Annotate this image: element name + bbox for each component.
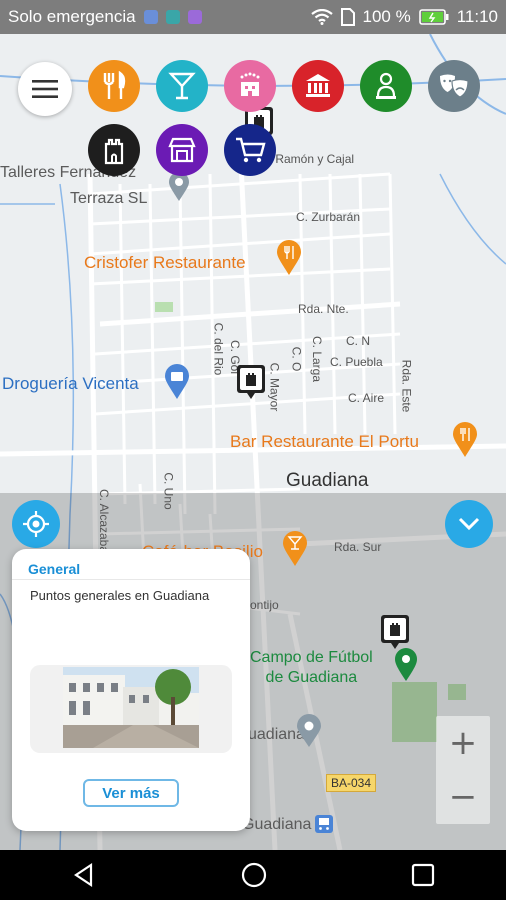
back-icon[interactable] [71, 862, 97, 888]
info-card: General Puntos generales en Guadiana Ver… [12, 549, 250, 831]
status-bar: Solo emergencia 100 % 11:10 [0, 0, 506, 34]
poi-label: Bar Restaurante El Portu [230, 432, 419, 451]
pin-icon [169, 172, 189, 201]
town-label: Guadiana [286, 470, 369, 491]
system-nav-bar [0, 850, 506, 900]
street-label: C. Puebla [330, 355, 383, 369]
street-label: C. O [289, 346, 304, 372]
card-title: General [28, 561, 81, 577]
place-line: Campo de Fútbol [250, 649, 373, 666]
card-image-container [30, 665, 232, 753]
zoom-out-button[interactable]: − [436, 770, 490, 824]
hotel-stars-icon [240, 72, 260, 96]
street-label: C. Alcazaba [97, 488, 112, 554]
person-icon [376, 72, 396, 99]
street-label: Rda. Sur [334, 540, 382, 554]
place-label: Terraza SL [70, 190, 148, 207]
carrier-text: Solo emergencia [8, 7, 136, 26]
restaurant-pin-icon [277, 240, 301, 275]
park-pin-icon [395, 648, 417, 681]
see-more-button[interactable]: Ver más [83, 779, 179, 807]
tower-marker-icon[interactable] [236, 364, 266, 400]
theater-masks-icon [440, 74, 469, 98]
category-shopping-button[interactable] [224, 124, 276, 176]
locate-me-button[interactable] [12, 500, 60, 548]
street-label: C. Zurbarán [296, 210, 361, 224]
street-label: C. Mayor [267, 362, 282, 412]
collapse-button[interactable] [445, 500, 493, 548]
shop-icon [168, 137, 196, 163]
zoom-in-button[interactable]: + [436, 716, 490, 770]
category-heritage-button[interactable] [88, 124, 140, 176]
tower-icon [104, 138, 124, 165]
category-culture-button[interactable] [428, 60, 480, 112]
category-services-button[interactable] [360, 60, 412, 112]
street-label: C. N [346, 334, 370, 348]
street-label: ontijo [250, 598, 279, 612]
home-icon[interactable] [240, 861, 268, 889]
poi-label: Campo de Fútbol de Guadiana [250, 648, 373, 688]
category-monuments-button[interactable] [292, 60, 344, 112]
poi-label: Droguería Vicenta [2, 374, 139, 393]
fork-knife-icon [103, 71, 126, 99]
menu-button[interactable] [18, 62, 72, 116]
shield-icon [143, 10, 158, 24]
wifi-icon [310, 9, 333, 25]
museum-icon [306, 74, 330, 97]
category-bars-button[interactable] [156, 60, 208, 112]
bar-pin-icon [453, 422, 477, 457]
category-shops-button[interactable] [156, 124, 208, 176]
hamburger-icon [32, 80, 58, 98]
clock: 11:10 [456, 7, 498, 26]
card-image[interactable] [63, 667, 199, 748]
town-photo [63, 667, 199, 748]
tower-marker-icon[interactable] [380, 614, 410, 650]
category-restaurants-button[interactable] [88, 60, 140, 112]
chevron-down-icon [458, 517, 480, 531]
street-label: C. Uno [161, 472, 176, 510]
card-description: Puntos generales en Guadiana [30, 588, 210, 603]
cart-icon [236, 137, 266, 163]
street-label: C. Aire [348, 391, 385, 405]
sim-icon [340, 8, 355, 26]
road-shield: BA-034 [326, 774, 377, 792]
street-label: C. del Rio [211, 322, 226, 376]
bus-icon [315, 815, 333, 833]
street-label: C. Larga [310, 335, 325, 383]
app-icon [165, 10, 180, 24]
street-label: Rda. Nte. [298, 302, 349, 316]
pin-icon [297, 714, 321, 747]
divider [12, 579, 250, 580]
cocktail-icon [168, 72, 196, 100]
cafe-pin-icon [283, 531, 307, 566]
zoom-controls: + − [436, 716, 490, 824]
place-label: Guadiana [242, 816, 312, 833]
shop-pin-icon [165, 364, 189, 399]
battery-icon [418, 9, 449, 25]
category-hotels-button[interactable] [224, 60, 276, 112]
recents-icon[interactable] [411, 863, 435, 887]
street-label: Rda. Este [399, 359, 414, 413]
battery-percent: 100 % [362, 7, 411, 26]
gallery-icon [187, 10, 202, 24]
crosshair-icon [23, 511, 49, 537]
poi-label: Cristofer Restaurante [84, 253, 246, 272]
place-line: de Guadiana [265, 669, 358, 686]
